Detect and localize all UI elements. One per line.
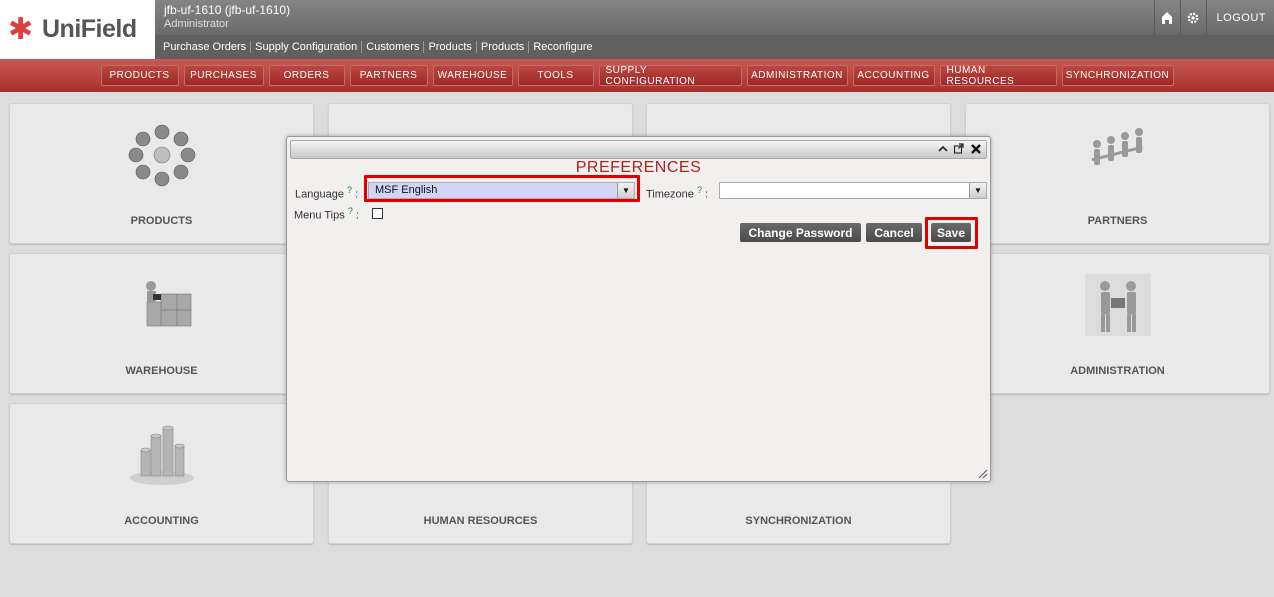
menu-products[interactable]: PRODUCTS xyxy=(100,65,179,86)
menu-tips-label-text: Menu Tips xyxy=(294,209,345,222)
help-icon[interactable]: ? xyxy=(697,185,702,195)
shortcut-supply-configuration[interactable]: Supply Configuration xyxy=(251,41,363,53)
menu-accounting[interactable]: ACCOUNTING xyxy=(852,65,935,86)
menu-tips-label: Menu Tips ? : xyxy=(294,206,359,222)
accounting-icon xyxy=(129,425,194,485)
timezone-select[interactable]: ▼ xyxy=(719,182,987,199)
language-label: Language ? : xyxy=(295,185,358,201)
label-colon: : xyxy=(355,209,359,222)
label-colon: : xyxy=(705,188,709,201)
menu-warehouse[interactable]: WAREHOUSE xyxy=(432,65,513,86)
shortcuts-bar: Purchase Orders Supply Configuration Cus… xyxy=(155,35,1274,59)
logo-text: UniField xyxy=(42,15,137,43)
shortcut-reconfigure[interactable]: Reconfigure xyxy=(529,41,596,53)
dialog-titlebar[interactable] xyxy=(290,140,987,159)
tile-administration[interactable]: ADMINISTRATION xyxy=(965,253,1270,394)
tile-products[interactable]: PRODUCTS xyxy=(9,103,314,244)
dialog-controls xyxy=(938,142,982,159)
shortcut-purchase-orders[interactable]: Purchase Orders xyxy=(163,41,252,53)
tile-partners[interactable]: PARTNERS xyxy=(965,103,1270,244)
menu-partners[interactable]: PARTNERS xyxy=(349,65,428,86)
tile-label: ADMINISTRATION xyxy=(1070,365,1165,377)
menu-supply-configuration[interactable]: SUPPLY CONFIGURATION xyxy=(598,65,742,87)
logout-link[interactable]: LOGOUT xyxy=(1205,0,1274,35)
products-icon xyxy=(128,124,195,187)
shortcut-customers[interactable]: Customers xyxy=(362,41,425,53)
warehouse-icon xyxy=(145,281,191,327)
menu-purchases[interactable]: PURCHASES xyxy=(183,65,264,86)
tile-label: PRODUCTS xyxy=(130,215,193,227)
unifield-logo[interactable]: ✱ UniField xyxy=(0,0,155,59)
gear-icon[interactable] xyxy=(1179,0,1206,35)
app-header: ✱ UniField jfb-uf-1610 (jfb-uf-1610) Adm… xyxy=(0,0,1274,59)
language-label-text: Language xyxy=(295,188,344,201)
tile-label: ACCOUNTING xyxy=(124,515,199,527)
partners-icon xyxy=(1091,128,1143,165)
popout-icon[interactable] xyxy=(953,142,965,159)
unifield-logo-icon: ✱ xyxy=(8,11,34,47)
top-icons: LOGOUT xyxy=(1153,0,1274,35)
home-icon[interactable] xyxy=(1153,0,1180,35)
label-colon: : xyxy=(355,188,359,201)
tile-label: WAREHOUSE xyxy=(125,365,198,377)
menu-orders[interactable]: ORDERS xyxy=(268,65,345,86)
save-highlight-box xyxy=(925,217,978,249)
cancel-button[interactable]: Cancel xyxy=(866,223,922,242)
database-name: jfb-uf-1610 (jfb-uf-1610) xyxy=(164,3,291,17)
language-highlight-box xyxy=(364,175,640,202)
main-menu: PRODUCTS PURCHASES ORDERS PARTNERS WAREH… xyxy=(0,59,1274,92)
shortcut-products-2[interactable]: Products xyxy=(477,41,530,53)
tile-accounting[interactable]: ACCOUNTING xyxy=(9,403,314,544)
change-password-button[interactable]: Change Password xyxy=(740,223,861,242)
help-icon[interactable]: ? xyxy=(347,185,352,195)
timezone-label-text: Timezone xyxy=(646,188,694,201)
tile-label: PARTNERS xyxy=(1087,215,1148,227)
preferences-dialog: PREFERENCES Language ? : MSF English ▼ T… xyxy=(286,136,991,482)
menu-administration[interactable]: ADMINISTRATION xyxy=(746,65,848,86)
minimize-icon[interactable] xyxy=(938,142,948,159)
user-name: Administrator xyxy=(164,18,229,30)
help-icon[interactable]: ? xyxy=(348,206,353,216)
tile-label: HUMAN RESOURCES xyxy=(423,515,538,527)
resize-grip-icon[interactable] xyxy=(978,469,988,479)
menu-synchronization[interactable]: SYNCHRONIZATION xyxy=(1061,65,1174,86)
menu-tips-checkbox[interactable] xyxy=(372,208,383,219)
close-icon[interactable] xyxy=(970,142,982,159)
dropdown-arrow-icon[interactable]: ▼ xyxy=(969,183,986,198)
tile-warehouse[interactable]: WAREHOUSE xyxy=(9,253,314,394)
menu-human-resources[interactable]: HUMAN RESOURCES xyxy=(939,65,1057,87)
timezone-label: Timezone ? : xyxy=(646,185,708,201)
tile-label: SYNCHRONIZATION xyxy=(745,515,852,527)
top-bar: jfb-uf-1610 (jfb-uf-1610) Administrator … xyxy=(155,0,1274,35)
shortcut-products[interactable]: Products xyxy=(424,41,477,53)
menu-tools[interactable]: TOOLS xyxy=(517,65,594,86)
administration-icon xyxy=(1084,274,1151,336)
